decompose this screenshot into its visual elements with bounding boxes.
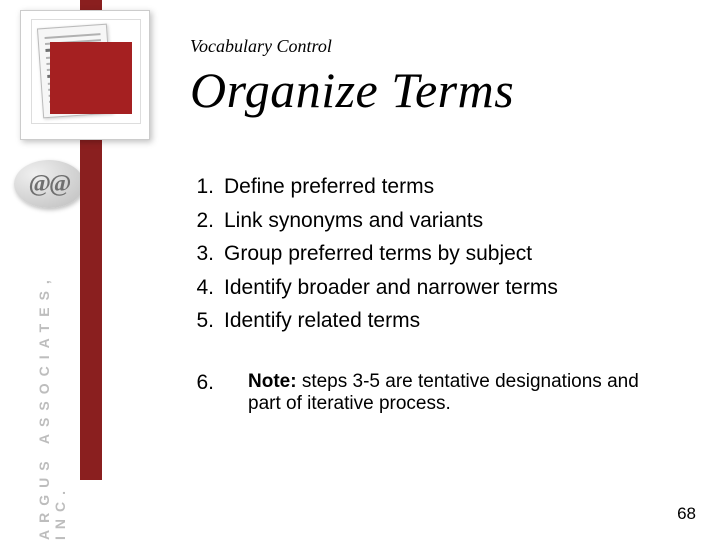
list-item: 3. Group preferred terms by subject [190,238,690,270]
list-number: 1. [190,171,224,203]
note-body: Note: steps 3-5 are tentative designatio… [224,371,690,415]
note-block: 6. Note: steps 3-5 are tentative designa… [190,371,690,415]
list-number: 4. [190,272,224,304]
list-number: 3. [190,238,224,270]
sidebar: @@ ARGUS ASSOCIATES, INC. [0,0,100,540]
list-number: 5. [190,305,224,337]
logo-art [31,19,141,124]
list-text: Group preferred terms by subject [224,238,690,270]
note-text: steps 3-5 are tentative designations and… [248,371,639,414]
at-badge-icon: @@ [14,160,84,208]
list-text: Identify broader and narrower terms [224,272,690,304]
note-label: Note: [248,371,297,392]
list-text: Identify related terms [224,305,690,337]
page-number: 68 [677,504,696,524]
list-number: 2. [190,205,224,237]
logo-red-square [50,42,132,114]
note-number: 6. [190,371,224,415]
list-text: Define preferred terms [224,171,690,203]
steps-list: 1. Define preferred terms 2. Link synony… [190,171,690,337]
list-item: 5. Identify related terms [190,305,690,337]
list-item: 2. Link synonyms and variants [190,205,690,237]
company-name: ARGUS ASSOCIATES, INC. [36,222,68,540]
slide-title: Organize Terms [190,61,690,119]
content: Vocabulary Control Organize Terms 1. Def… [190,36,690,415]
logo-block [20,10,150,140]
list-item: 4. Identify broader and narrower terms [190,272,690,304]
list-item: 1. Define preferred terms [190,171,690,203]
list-text: Link synonyms and variants [224,205,690,237]
kicker: Vocabulary Control [190,36,690,57]
